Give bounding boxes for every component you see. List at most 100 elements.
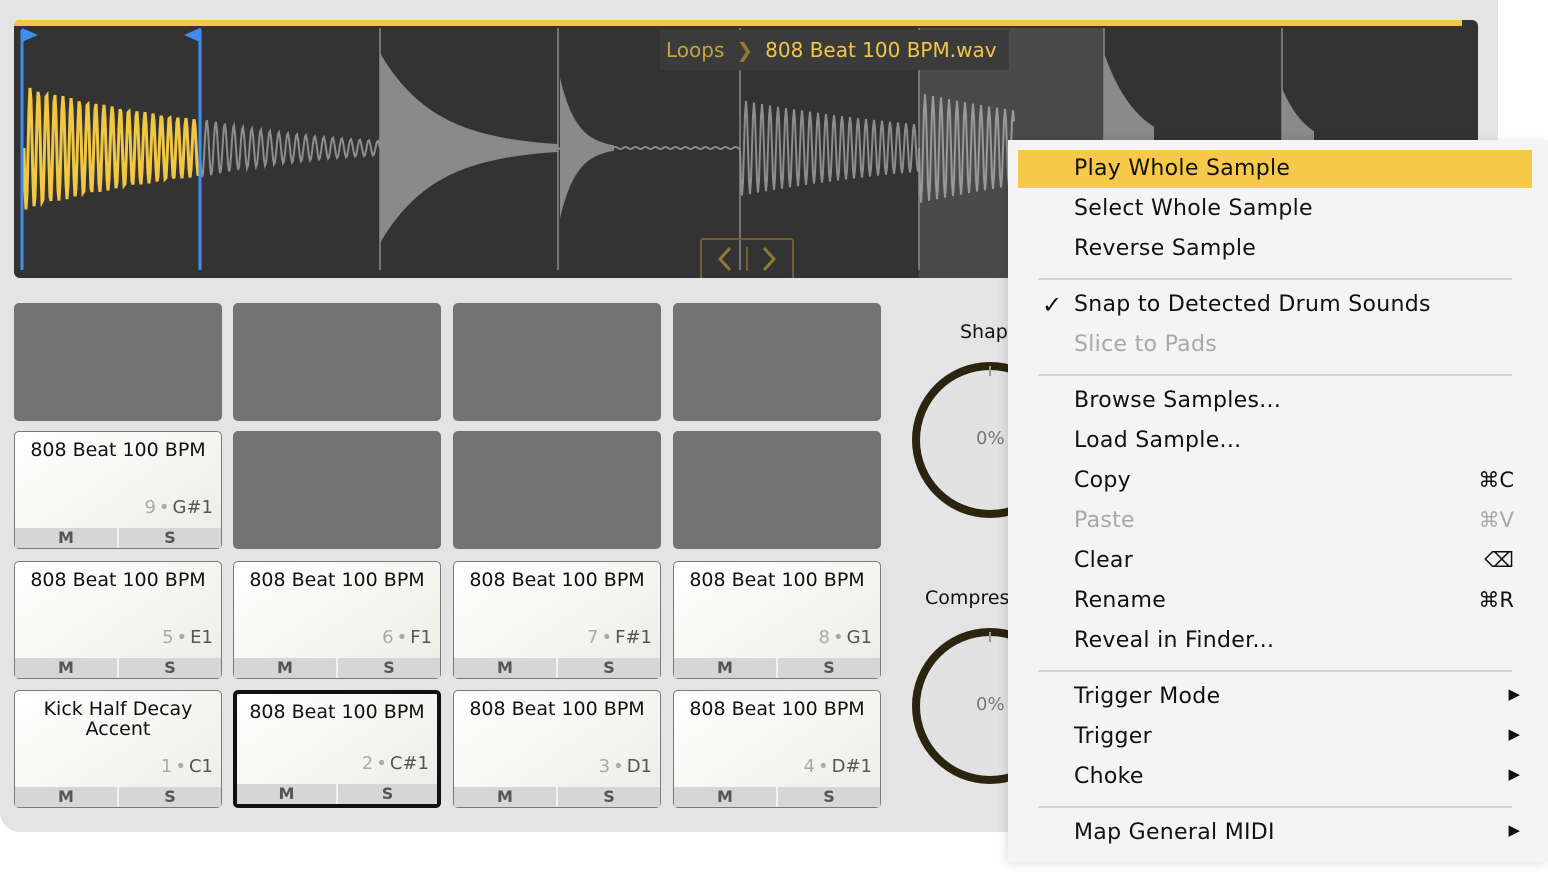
menu-separator — [1038, 278, 1512, 280]
pad-mute-button[interactable]: M — [15, 658, 117, 678]
pad-sample-name: 808 Beat 100 BPM — [30, 569, 206, 591]
menu-item-label: Load Sample... — [1074, 428, 1242, 453]
pad-solo-button[interactable]: S — [778, 658, 880, 678]
menu-item-copy[interactable]: Copy ⌘C — [1018, 462, 1532, 500]
drum-pad-empty[interactable] — [673, 431, 881, 549]
menu-item-reverse-sample[interactable]: Reverse Sample — [1018, 230, 1532, 268]
pad-solo-button[interactable]: S — [338, 658, 440, 678]
pad-sample-name: 808 Beat 100 BPM — [689, 698, 865, 720]
pad-sample-name: 808 Beat 100 BPM — [469, 569, 645, 591]
breadcrumb-folder[interactable]: Loops — [666, 38, 724, 62]
pad-sample-name: 808 Beat 100 BPM — [249, 569, 425, 591]
drum-pad-empty[interactable] — [14, 303, 222, 421]
pad-mute-button[interactable]: M — [674, 787, 776, 807]
pad-number: 2 — [361, 753, 374, 774]
dot-separator: • — [376, 753, 387, 774]
dot-separator: • — [158, 497, 170, 518]
pad-midi-note: G#1 — [172, 497, 213, 518]
menu-item-trigger-mode[interactable]: Trigger Mode ▶ — [1018, 678, 1532, 716]
pad-mute-button[interactable]: M — [237, 784, 336, 804]
slice-wave — [739, 101, 920, 196]
slice-nav-control[interactable] — [700, 238, 794, 278]
pad-midi-note: G1 — [846, 627, 872, 648]
menu-item-clear[interactable]: Clear ⌫ — [1018, 542, 1532, 580]
pad-mute-button[interactable]: M — [15, 528, 117, 548]
drum-pad[interactable]: 808 Beat 100 BPM 5 • E1 M S — [14, 561, 222, 679]
drum-pad-empty[interactable] — [233, 431, 441, 549]
menu-item-rename[interactable]: Rename ⌘R — [1018, 582, 1532, 620]
pad-note-label: 5 • E1 — [162, 627, 213, 648]
pad-solo-button[interactable]: S — [778, 787, 880, 807]
pad-mute-button[interactable]: M — [15, 787, 117, 807]
menu-item-label: Clear — [1074, 548, 1134, 573]
menu-item-choke[interactable]: Choke ▶ — [1018, 758, 1532, 796]
menu-item-label: Play Whole Sample — [1074, 156, 1291, 181]
menu-separator — [1038, 806, 1512, 808]
pad-sample-name: 808 Beat 100 BPM — [249, 701, 425, 723]
pad-solo-button[interactable]: S — [558, 658, 660, 678]
dot-separator: • — [613, 756, 624, 777]
pad-number: 9 — [144, 497, 156, 518]
triangle-right-icon: ▶ — [1508, 725, 1520, 743]
pad-mute-solo: MS — [454, 658, 660, 678]
menu-item-browse-samples[interactable]: Browse Samples... — [1018, 382, 1532, 420]
menu-item-map-general-midi[interactable]: Map General MIDI ▶ — [1018, 814, 1532, 852]
chevron-left-icon[interactable] — [715, 245, 735, 273]
chevron-right-icon: ❯ — [736, 38, 754, 62]
menu-item-label: Slice to Pads — [1074, 332, 1217, 357]
pad-note-label: 8 • G1 — [819, 627, 872, 648]
pad-solo-button[interactable]: S — [338, 784, 437, 804]
drum-pad-empty[interactable] — [453, 303, 661, 421]
triangle-right-icon: ▶ — [1508, 765, 1520, 783]
menu-item-select-whole-sample[interactable]: Select Whole Sample — [1018, 190, 1532, 228]
menu-item-reveal-in-finder[interactable]: Reveal in Finder... — [1018, 622, 1532, 660]
pad-sample-name: 808 Beat 100 BPM — [689, 569, 865, 591]
pad-solo-button[interactable]: S — [119, 787, 221, 807]
pad-mute-solo: MS — [674, 658, 880, 678]
pad-number: 6 — [382, 627, 394, 648]
pad-midi-note: D#1 — [831, 756, 872, 777]
pad-midi-note: C1 — [188, 756, 213, 777]
drum-pad[interactable]: 808 Beat 100 BPM 2 • C#1 M S — [233, 690, 441, 808]
pad-note-label: 3 • D1 — [599, 756, 652, 777]
drum-pad[interactable]: Kick Half Decay Accent 1 • C1 M S — [14, 690, 222, 808]
dot-separator: • — [832, 627, 844, 648]
pad-mute-button[interactable]: M — [454, 658, 556, 678]
drum-pad[interactable]: 808 Beat 100 BPM 4 • D#1 M S — [673, 690, 881, 808]
menu-item-slice-to-pads: Slice to Pads — [1018, 326, 1532, 364]
menu-item-play-whole-sample[interactable]: Play Whole Sample — [1018, 150, 1532, 188]
drum-pad[interactable]: 808 Beat 100 BPM 7 • F#1 M S — [453, 561, 661, 679]
slice-wave — [560, 78, 614, 218]
menu-item-trigger[interactable]: Trigger ▶ — [1018, 718, 1532, 756]
pad-solo-button[interactable]: S — [119, 658, 221, 678]
breadcrumb-file[interactable]: 808 Beat 100 BPM.wav — [765, 38, 996, 62]
menu-separator — [1038, 374, 1512, 376]
menu-item-load-sample[interactable]: Load Sample... — [1018, 422, 1532, 460]
pad-solo-button[interactable]: S — [558, 787, 660, 807]
pad-mute-button[interactable]: M — [234, 658, 336, 678]
pad-mute-solo: MS — [15, 658, 221, 678]
drum-pad-empty[interactable] — [673, 303, 881, 421]
drum-pad[interactable]: 808 Beat 100 BPM 6 • F1 M S — [233, 561, 441, 679]
menu-item-snap-to-detected-drum-sounds[interactable]: ✓ Snap to Detected Drum Sounds — [1018, 286, 1532, 324]
chevron-right-icon[interactable] — [759, 245, 779, 273]
menu-item-label: Reveal in Finder... — [1074, 628, 1275, 653]
triangle-right-icon: ▶ — [1508, 685, 1520, 703]
menu-item-paste: Paste ⌘V — [1018, 502, 1532, 540]
pad-solo-button[interactable]: S — [119, 528, 221, 548]
pad-mute-button[interactable]: M — [674, 658, 776, 678]
pad-mute-button[interactable]: M — [454, 787, 556, 807]
drum-pad[interactable]: 808 Beat 100 BPM 8 • G1 M S — [673, 561, 881, 679]
drum-pad-empty[interactable] — [233, 303, 441, 421]
drum-pad-empty[interactable] — [453, 431, 661, 549]
pad-midi-note: D1 — [626, 756, 652, 777]
drum-pad[interactable]: 808 Beat 100 BPM 3 • D1 M S — [453, 690, 661, 808]
knob-value: 0% — [976, 428, 1005, 449]
pad-midi-note: F1 — [410, 627, 432, 648]
pad-note-label: 4 • D#1 — [804, 756, 872, 777]
slice-wave — [199, 119, 381, 178]
flag-marker-icon[interactable] — [184, 28, 200, 42]
pad-number: 5 — [162, 627, 174, 648]
flag-marker-icon[interactable] — [22, 28, 38, 42]
drum-pad[interactable]: 808 Beat 100 BPM 9 • G#1 M S — [14, 431, 222, 549]
